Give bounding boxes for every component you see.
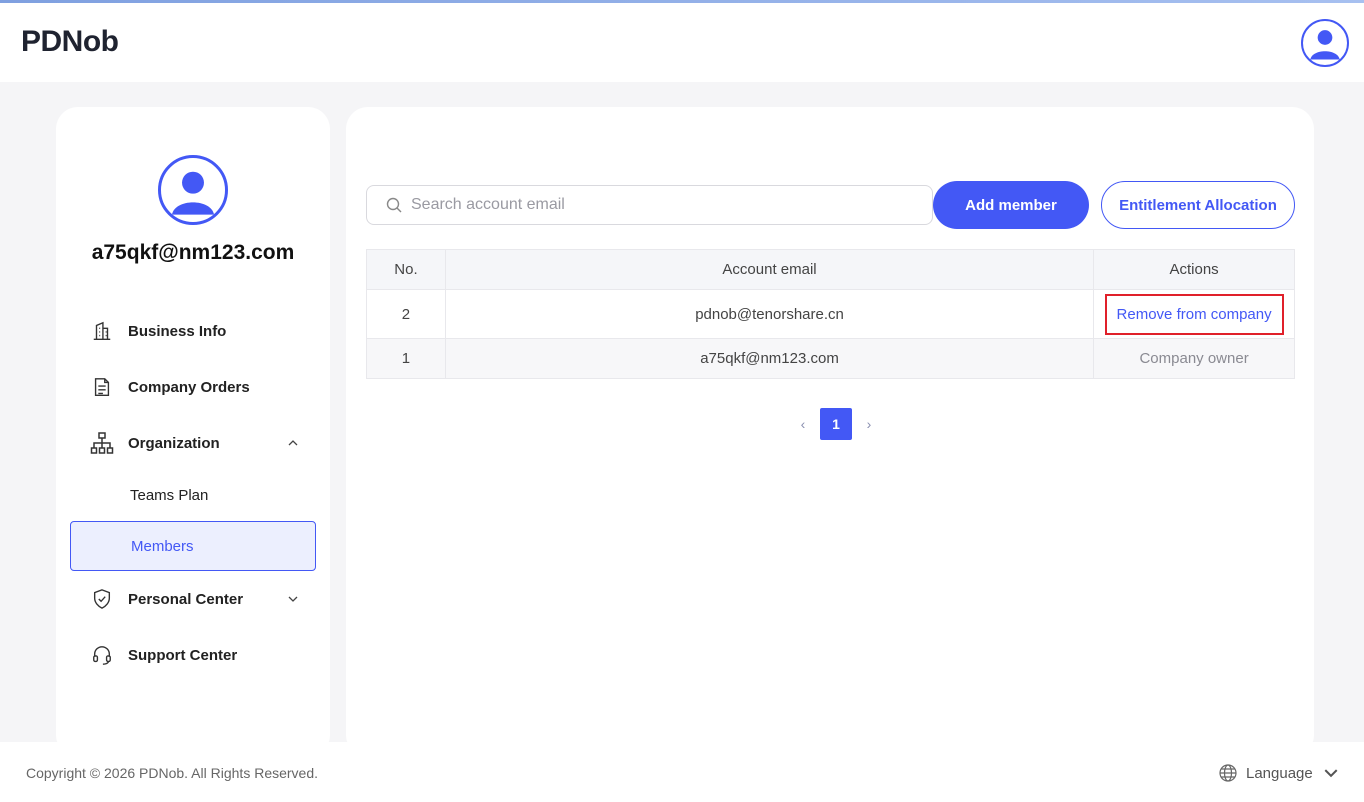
pagination: ‹ 1 › <box>794 408 878 440</box>
document-icon <box>90 375 114 399</box>
remove-from-company-link[interactable]: Remove from company <box>1104 293 1284 335</box>
table-row: 1 a75qkf@nm123.com Company owner <box>366 338 1295 379</box>
table-header-row: No. Account email Actions <box>366 249 1295 290</box>
headset-icon <box>90 643 114 667</box>
avatar-icon <box>171 171 215 215</box>
language-selector[interactable]: Language <box>1218 763 1341 783</box>
sidebar-item-business-info[interactable]: Business Info <box>90 316 300 346</box>
column-header-actions: Actions <box>1093 249 1295 290</box>
next-page-button[interactable]: › <box>860 408 878 440</box>
table-row: 2 pdnob@tenorshare.cn Remove from compan… <box>366 289 1295 339</box>
column-header-no: No. <box>366 249 446 290</box>
language-label: Language <box>1246 764 1313 782</box>
sidebar-item-teams-plan[interactable]: Teams Plan <box>130 487 208 504</box>
prev-page-button[interactable]: ‹ <box>794 408 812 440</box>
sidebar-item-label: Support Center <box>128 646 238 664</box>
user-avatar-button[interactable] <box>1301 19 1349 67</box>
building-icon <box>90 319 114 343</box>
org-chart-icon <box>90 431 114 455</box>
chevron-up-icon <box>288 440 298 446</box>
copyright-text: Copyright © 2026 PDNob. All Rights Reser… <box>26 765 319 781</box>
sidebar-item-label: Business Info <box>128 322 227 340</box>
sidebar-item-organization[interactable]: Organization <box>90 428 300 458</box>
add-member-button[interactable]: Add member <box>933 181 1089 229</box>
cell-actions: Remove from company <box>1093 289 1295 339</box>
cell-email: pdnob@tenorshare.cn <box>444 289 1095 339</box>
sidebar-item-label: Personal Center <box>128 590 244 608</box>
search-input[interactable] <box>411 196 911 214</box>
sidebar-item-company-orders[interactable]: Company Orders <box>90 372 300 402</box>
column-header-email: Account email <box>444 249 1095 290</box>
cell-email: a75qkf@nm123.com <box>444 338 1095 379</box>
header: PDNob <box>0 3 1364 82</box>
company-owner-label: Company owner <box>1093 338 1295 379</box>
page-1-button[interactable]: 1 <box>820 408 852 440</box>
avatar-icon <box>1310 30 1340 60</box>
shield-icon <box>90 587 114 611</box>
sidebar: a75qkf@nm123.com Business Info Company O… <box>56 107 330 757</box>
search-icon <box>386 197 402 213</box>
sidebar-item-support-center[interactable]: Support Center <box>90 640 300 670</box>
chevron-down-icon <box>1324 769 1338 778</box>
sidebar-item-members[interactable]: Members <box>70 521 316 571</box>
entitlement-allocation-button[interactable]: Entitlement Allocation <box>1101 181 1295 229</box>
sidebar-item-label: Company Orders <box>128 378 250 396</box>
sidebar-item-label: Members <box>131 538 194 555</box>
cell-no: 2 <box>366 289 446 339</box>
sidebar-item-personal-center[interactable]: Personal Center <box>90 584 300 614</box>
cell-no: 1 <box>366 338 446 379</box>
profile-email: a75qkf@nm123.com <box>91 241 295 264</box>
sidebar-item-label: Organization <box>128 434 220 452</box>
chevron-down-icon <box>288 596 298 602</box>
members-table: No. Account email Actions 2 pdnob@tenors… <box>366 249 1295 379</box>
profile-avatar <box>158 155 228 225</box>
globe-icon <box>1219 764 1237 782</box>
logo[interactable]: PDNob <box>21 25 119 59</box>
footer: Copyright © 2026 PDNob. All Rights Reser… <box>0 742 1364 802</box>
search-box[interactable] <box>366 185 933 225</box>
main-panel: Add member Entitlement Allocation No. Ac… <box>346 107 1314 757</box>
